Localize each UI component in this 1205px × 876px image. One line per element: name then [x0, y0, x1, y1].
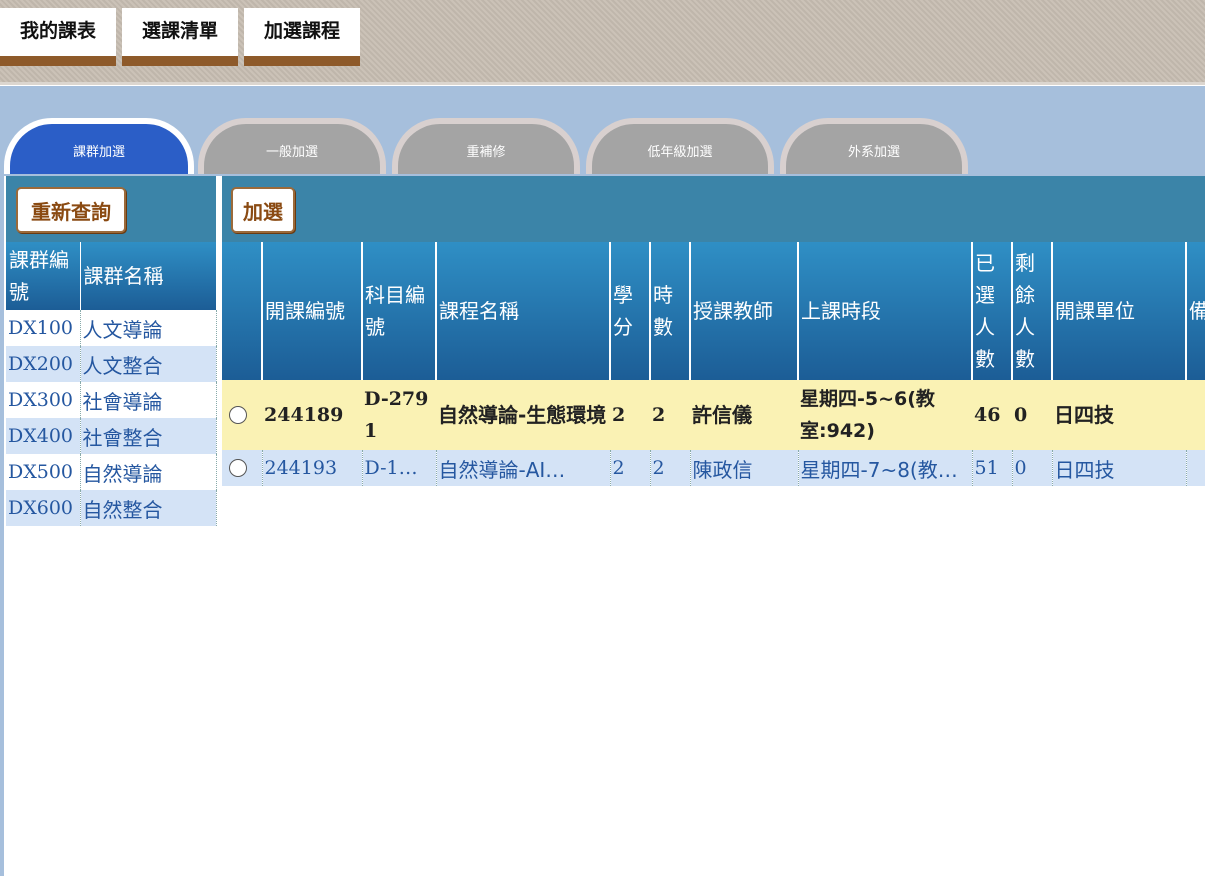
course-name: 自然導論-生態環境 — [436, 380, 610, 450]
remaining-count: 0 — [1012, 380, 1052, 450]
course-list-button[interactable]: 選課清單 — [122, 8, 238, 66]
group-name[interactable]: 社會整合 — [80, 418, 217, 454]
enrolled-count: 46 — [972, 380, 1012, 450]
time-header: 上課時段 — [798, 242, 973, 380]
group-name[interactable]: 自然導論 — [80, 454, 217, 490]
teacher: 陳政信 — [690, 450, 799, 486]
group-row[interactable]: DX500 自然導論 — [6, 454, 217, 490]
group-row[interactable]: DX300 社會導論 — [6, 382, 217, 418]
course-name: 自然導論-AI… — [436, 450, 611, 486]
group-id[interactable]: DX200 — [6, 346, 81, 382]
credits: 2 — [610, 450, 651, 486]
course-name-header: 課程名稱 — [436, 242, 611, 380]
credits-header: 學分 — [610, 242, 651, 380]
department: 日四技 — [1052, 450, 1187, 486]
subject-no: D-1… — [362, 450, 437, 486]
group-name[interactable]: 人文導論 — [80, 310, 217, 346]
add-button[interactable]: 加選 — [231, 187, 295, 233]
teacher: 許信儀 — [690, 380, 798, 450]
group-row[interactable]: DX200 人文整合 — [6, 346, 217, 382]
course-select-radio[interactable] — [229, 406, 247, 424]
course-select-radio[interactable] — [229, 459, 247, 477]
select-header — [222, 242, 263, 380]
course-no: 244193 — [262, 450, 363, 486]
table-row[interactable]: 244193 D-1… 自然導論-AI… 2 2 陳政信 星期四-7~8(教… … — [222, 450, 1205, 486]
left-border-strip — [0, 176, 4, 876]
tab-general-add[interactable]: 一般加選 — [198, 118, 386, 174]
tab-group-add[interactable]: 課群加選 — [4, 118, 194, 174]
note — [1186, 380, 1205, 450]
tab-retake[interactable]: 重補修 — [392, 118, 580, 174]
course-group-table: 課群編號 課群名稱 DX100 人文導論 DX200 人文整合 DX300 社會… — [6, 242, 217, 526]
department: 日四技 — [1052, 380, 1186, 450]
subject-no-header: 科目編號 — [362, 242, 437, 380]
teacher-header: 授課教師 — [690, 242, 799, 380]
hours: 2 — [650, 380, 690, 450]
course-table: 開課編號 科目編號 課程名稱 學分 時數 授課教師 上課時段 已選人數 剩餘人數… — [222, 242, 1205, 486]
remaining-count: 0 — [1012, 450, 1053, 486]
group-name[interactable]: 人文整合 — [80, 346, 217, 382]
my-schedule-button[interactable]: 我的課表 — [0, 8, 116, 66]
hours: 2 — [650, 450, 691, 486]
group-id-header: 課群編號 — [6, 242, 81, 310]
group-id[interactable]: DX300 — [6, 382, 81, 418]
group-id[interactable]: DX600 — [6, 490, 81, 526]
credits: 2 — [610, 380, 650, 450]
department-header: 開課單位 — [1052, 242, 1187, 380]
group-row[interactable]: DX400 社會整合 — [6, 418, 217, 454]
enrolled-count: 51 — [972, 450, 1013, 486]
note — [1186, 450, 1205, 486]
course-no: 244189 — [262, 380, 362, 450]
group-row[interactable]: DX600 自然整合 — [6, 490, 217, 526]
requery-button[interactable]: 重新查詢 — [16, 187, 126, 233]
subject-no: D-2791 — [362, 380, 436, 450]
class-time: 星期四-7~8(教… — [798, 450, 973, 486]
course-no-header: 開課編號 — [262, 242, 363, 380]
group-name[interactable]: 自然整合 — [80, 490, 217, 526]
course-panel-header — [222, 176, 1205, 242]
group-name-header: 課群名稱 — [80, 242, 217, 310]
add-course-button[interactable]: 加選課程 — [244, 8, 360, 66]
note-header: 備 — [1186, 242, 1205, 380]
hours-header: 時數 — [650, 242, 691, 380]
class-time: 星期四-5~6(教室:942) — [798, 380, 972, 450]
remaining-header: 剩餘人數 — [1012, 242, 1053, 380]
course-table-header: 開課編號 科目編號 課程名稱 學分 時數 授課教師 上課時段 已選人數 剩餘人數… — [222, 242, 1205, 380]
enrolled-header: 已選人數 — [972, 242, 1013, 380]
group-id[interactable]: DX100 — [6, 310, 81, 346]
group-name[interactable]: 社會導論 — [80, 382, 217, 418]
tab-lower-grade-add[interactable]: 低年級加選 — [586, 118, 774, 174]
table-row[interactable]: 244189 D-2791 自然導論-生態環境 2 2 許信儀 星期四-5~6(… — [222, 380, 1205, 450]
group-id[interactable]: DX400 — [6, 418, 81, 454]
group-row[interactable]: DX100 人文導論 — [6, 310, 217, 346]
group-id[interactable]: DX500 — [6, 454, 81, 490]
tab-other-dept-add[interactable]: 外系加選 — [780, 118, 968, 174]
